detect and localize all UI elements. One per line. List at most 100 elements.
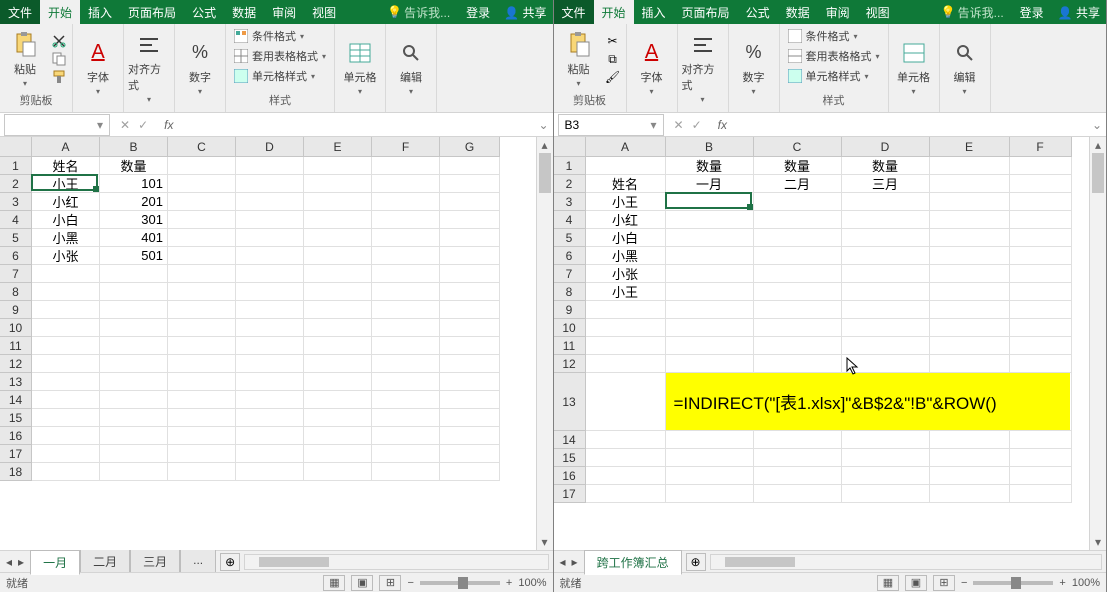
cell[interactable]: [168, 175, 236, 193]
cell[interactable]: [100, 427, 168, 445]
enter-icon[interactable]: ✓: [138, 118, 148, 132]
cell[interactable]: [842, 485, 930, 503]
cell[interactable]: [32, 463, 100, 481]
zoom-slider[interactable]: [973, 581, 1053, 585]
cell[interactable]: [1010, 485, 1072, 503]
new-sheet-button[interactable]: ⊕: [686, 553, 706, 571]
cell-style-button[interactable]: 单元格样式▾: [784, 66, 873, 86]
tell-me[interactable]: 💡告诉我...: [933, 0, 1012, 25]
cell[interactable]: [236, 427, 304, 445]
review-tab[interactable]: 审阅: [264, 0, 304, 25]
cell[interactable]: [666, 355, 754, 373]
cell[interactable]: [1010, 301, 1072, 319]
row-header[interactable]: 16: [0, 427, 32, 445]
cell[interactable]: 小红: [32, 193, 100, 211]
cell[interactable]: [842, 467, 930, 485]
cell[interactable]: [930, 193, 1010, 211]
cell[interactable]: [440, 193, 500, 211]
row-header[interactable]: 16: [554, 467, 586, 485]
row-header[interactable]: 2: [0, 175, 32, 193]
cell[interactable]: [666, 337, 754, 355]
cell[interactable]: [440, 463, 500, 481]
cell[interactable]: 二月: [754, 175, 842, 193]
cell[interactable]: [372, 283, 440, 301]
cell[interactable]: [1010, 431, 1072, 449]
cell[interactable]: [930, 211, 1010, 229]
cell[interactable]: [236, 265, 304, 283]
row-header[interactable]: 4: [554, 211, 586, 229]
row-header[interactable]: 7: [554, 265, 586, 283]
cell[interactable]: [168, 283, 236, 301]
cell[interactable]: [930, 265, 1010, 283]
table-format-button[interactable]: 套用表格格式▾: [784, 46, 884, 66]
prev-sheet-icon[interactable]: ◂: [560, 555, 566, 569]
cell[interactable]: [168, 409, 236, 427]
cancel-icon[interactable]: ✕: [674, 118, 684, 132]
login[interactable]: 登录: [458, 0, 498, 25]
cell-style-button[interactable]: 单元格样式▾: [230, 66, 319, 86]
cell[interactable]: [32, 409, 100, 427]
cell[interactable]: [168, 301, 236, 319]
cell[interactable]: [100, 409, 168, 427]
cell[interactable]: [586, 431, 666, 449]
prev-sheet-icon[interactable]: ◂: [6, 555, 12, 569]
cell[interactable]: [304, 175, 372, 193]
cell[interactable]: [930, 485, 1010, 503]
cell[interactable]: [236, 301, 304, 319]
cell[interactable]: [666, 301, 754, 319]
cell[interactable]: [372, 301, 440, 319]
cell[interactable]: [168, 157, 236, 175]
home-tab[interactable]: 开始: [40, 0, 80, 25]
cell[interactable]: [100, 445, 168, 463]
col-header[interactable]: B: [100, 137, 168, 157]
cell[interactable]: [930, 431, 1010, 449]
fx-icon[interactable]: fx: [158, 118, 179, 132]
font-button[interactable]: A字体▾: [631, 39, 673, 96]
cell[interactable]: [440, 157, 500, 175]
cell[interactable]: [372, 373, 440, 391]
cell[interactable]: [372, 391, 440, 409]
format-painter-icon[interactable]: 🖌: [604, 70, 622, 84]
cell[interactable]: [32, 301, 100, 319]
cell[interactable]: [930, 283, 1010, 301]
cell[interactable]: [304, 247, 372, 265]
cell[interactable]: [440, 175, 500, 193]
cell[interactable]: [168, 193, 236, 211]
select-all-corner[interactable]: [554, 137, 586, 157]
next-sheet-icon[interactable]: ▸: [18, 555, 24, 569]
cut-icon[interactable]: [50, 34, 68, 48]
cell[interactable]: [842, 283, 930, 301]
cell[interactable]: [586, 373, 666, 431]
cell[interactable]: [372, 247, 440, 265]
paste-button[interactable]: 粘贴 ▾: [4, 31, 46, 88]
cell[interactable]: [842, 193, 930, 211]
col-header[interactable]: C: [754, 137, 842, 157]
cell[interactable]: [372, 265, 440, 283]
cell[interactable]: [32, 337, 100, 355]
row-header[interactable]: 2: [554, 175, 586, 193]
cell[interactable]: [168, 445, 236, 463]
cell[interactable]: [100, 373, 168, 391]
cell[interactable]: [586, 157, 666, 175]
cell[interactable]: [842, 265, 930, 283]
cell[interactable]: [842, 449, 930, 467]
cell[interactable]: [236, 463, 304, 481]
cell[interactable]: [168, 391, 236, 409]
row-header[interactable]: 1: [554, 157, 586, 175]
cell[interactable]: [168, 265, 236, 283]
cancel-icon[interactable]: ✕: [120, 118, 130, 132]
cell[interactable]: [372, 157, 440, 175]
cell[interactable]: [372, 409, 440, 427]
cell[interactable]: [440, 445, 500, 463]
cell[interactable]: [666, 449, 754, 467]
cell[interactable]: [304, 211, 372, 229]
cell[interactable]: [666, 431, 754, 449]
cell[interactable]: [440, 211, 500, 229]
cell[interactable]: [304, 265, 372, 283]
cell[interactable]: 小王: [32, 175, 100, 193]
cell[interactable]: [236, 409, 304, 427]
row-header[interactable]: 10: [554, 319, 586, 337]
cell[interactable]: [754, 265, 842, 283]
cell[interactable]: [32, 319, 100, 337]
cell[interactable]: [930, 337, 1010, 355]
